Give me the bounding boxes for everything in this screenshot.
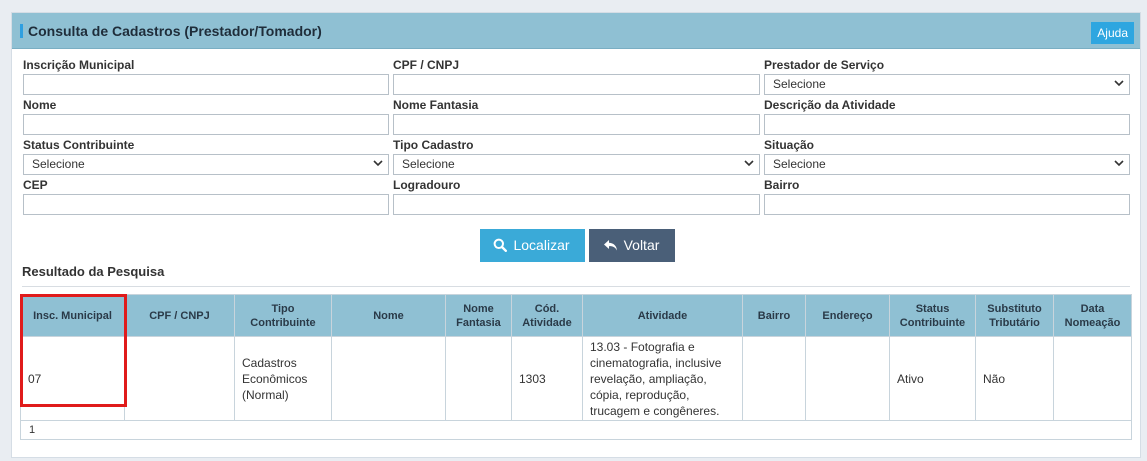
chevron-down-icon	[1114, 80, 1124, 87]
col-cod-atividade[interactable]: Cód. Atividade	[511, 294, 583, 337]
label-prestador-servico: Prestador de Serviço	[764, 58, 885, 72]
nome-fantasia-input[interactable]	[393, 114, 760, 135]
tipo-cadastro-value: Selecione	[402, 157, 455, 171]
col-insc-municipal[interactable]: Insc. Municipal	[20, 294, 125, 337]
status-contribuinte-select[interactable]: Selecione	[23, 154, 389, 175]
descricao-atividade-input[interactable]	[764, 114, 1130, 135]
chevron-down-icon	[373, 160, 383, 167]
col-cpf-cnpj[interactable]: CPF / CNPJ	[124, 294, 235, 337]
label-descricao-atividade: Descrição da Atividade	[764, 98, 896, 112]
cell-atividade: 13.03 - Fotografia e cinematografia, inc…	[582, 336, 743, 421]
col-substituto-tributario[interactable]: Substituto Tributário	[975, 294, 1054, 337]
col-bairro[interactable]: Bairro	[742, 294, 806, 337]
cell-status-contribuinte: Ativo	[889, 336, 976, 421]
cell-insc-municipal: 07	[20, 336, 125, 421]
cpf-cnpj-input[interactable]	[393, 74, 760, 95]
cell-data-nomeacao	[1053, 336, 1132, 421]
cell-nome-fantasia	[445, 336, 512, 421]
result-divider	[22, 286, 1130, 287]
help-button[interactable]: Ajuda	[1091, 22, 1134, 44]
col-atividade[interactable]: Atividade	[582, 294, 743, 337]
label-situacao: Situação	[764, 138, 815, 152]
tipo-cadastro-select[interactable]: Selecione	[393, 154, 760, 175]
situacao-value: Selecione	[773, 157, 826, 171]
field-bairro: Bairro	[764, 177, 1130, 215]
bairro-input[interactable]	[764, 194, 1130, 215]
cell-bairro	[742, 336, 806, 421]
label-inscricao-municipal: Inscrição Municipal	[23, 58, 135, 72]
field-prestador-servico: Prestador de Serviço Selecione	[764, 57, 1130, 95]
voltar-label: Voltar	[623, 237, 660, 253]
localizar-button[interactable]: Localizar	[480, 229, 585, 262]
header-accent-bar	[20, 24, 23, 38]
search-form: Inscrição Municipal CPF / CNPJ Prestador…	[23, 57, 1130, 217]
prestador-servico-select[interactable]: Selecione	[764, 74, 1130, 95]
logradouro-input[interactable]	[393, 194, 760, 215]
field-nome: Nome	[23, 97, 389, 135]
cell-cod-atividade: 1303	[511, 336, 583, 421]
cell-substituto-tributario: Não	[975, 336, 1054, 421]
consulta-panel: Consulta de Cadastros (Prestador/Tomador…	[11, 12, 1141, 458]
chevron-down-icon	[744, 160, 754, 167]
col-nome-fantasia[interactable]: Nome Fantasia	[445, 294, 512, 337]
field-inscricao-municipal: Inscrição Municipal	[23, 57, 389, 95]
page-number[interactable]: 1	[20, 420, 1132, 440]
cell-cpf-cnpj	[124, 336, 235, 421]
field-status-contribuinte: Status Contribuinte Selecione	[23, 137, 389, 175]
status-contribuinte-value: Selecione	[32, 157, 85, 171]
table-header-row: Insc. Municipal CPF / CNPJ Tipo Contribu…	[20, 294, 1132, 337]
col-status-contribuinte[interactable]: Status Contribuinte	[889, 294, 976, 337]
field-cep: CEP	[23, 177, 389, 215]
inscricao-municipal-input[interactable]	[23, 74, 389, 95]
col-endereco[interactable]: Endereço	[805, 294, 890, 337]
reply-arrow-icon	[603, 240, 617, 251]
label-cep: CEP	[23, 178, 48, 192]
field-cpf-cnpj: CPF / CNPJ	[393, 57, 760, 95]
col-data-nomeacao[interactable]: Data Nomeação	[1053, 294, 1132, 337]
panel-header: Consulta de Cadastros (Prestador/Tomador…	[12, 13, 1140, 49]
field-situacao: Situação Selecione	[764, 137, 1130, 175]
label-nome-fantasia: Nome Fantasia	[393, 98, 479, 112]
table-row[interactable]: 07 Cadastros Econômicos (Normal) 1303 13…	[20, 336, 1132, 421]
pagination-row: 1	[20, 420, 1132, 440]
situacao-select[interactable]: Selecione	[764, 154, 1130, 175]
col-tipo-contribuinte[interactable]: Tipo Contribuinte	[234, 294, 332, 337]
cep-input[interactable]	[23, 194, 389, 215]
search-icon	[494, 238, 508, 252]
field-descricao-atividade: Descrição da Atividade	[764, 97, 1130, 135]
label-bairro: Bairro	[764, 178, 800, 192]
prestador-servico-value: Selecione	[773, 77, 826, 91]
label-status-contribuinte: Status Contribuinte	[23, 138, 135, 152]
label-logradouro: Logradouro	[393, 178, 461, 192]
cell-tipo-contribuinte: Cadastros Econômicos (Normal)	[234, 336, 332, 421]
result-title: Resultado da Pesquisa	[22, 264, 165, 279]
field-logradouro: Logradouro	[393, 177, 760, 215]
results-table: Insc. Municipal CPF / CNPJ Tipo Contribu…	[20, 294, 1132, 440]
localizar-label: Localizar	[513, 237, 570, 253]
page-title: Consulta de Cadastros (Prestador/Tomador…	[28, 23, 322, 39]
col-nome[interactable]: Nome	[331, 294, 446, 337]
voltar-button[interactable]: Voltar	[589, 229, 675, 262]
chevron-down-icon	[1114, 160, 1124, 167]
field-nome-fantasia: Nome Fantasia	[393, 97, 760, 135]
label-cpf-cnpj: CPF / CNPJ	[393, 58, 460, 72]
label-tipo-cadastro: Tipo Cadastro	[393, 138, 474, 152]
nome-input[interactable]	[23, 114, 389, 135]
cell-endereco	[805, 336, 890, 421]
cell-nome	[331, 336, 446, 421]
field-tipo-cadastro: Tipo Cadastro Selecione	[393, 137, 760, 175]
label-nome: Nome	[23, 98, 57, 112]
